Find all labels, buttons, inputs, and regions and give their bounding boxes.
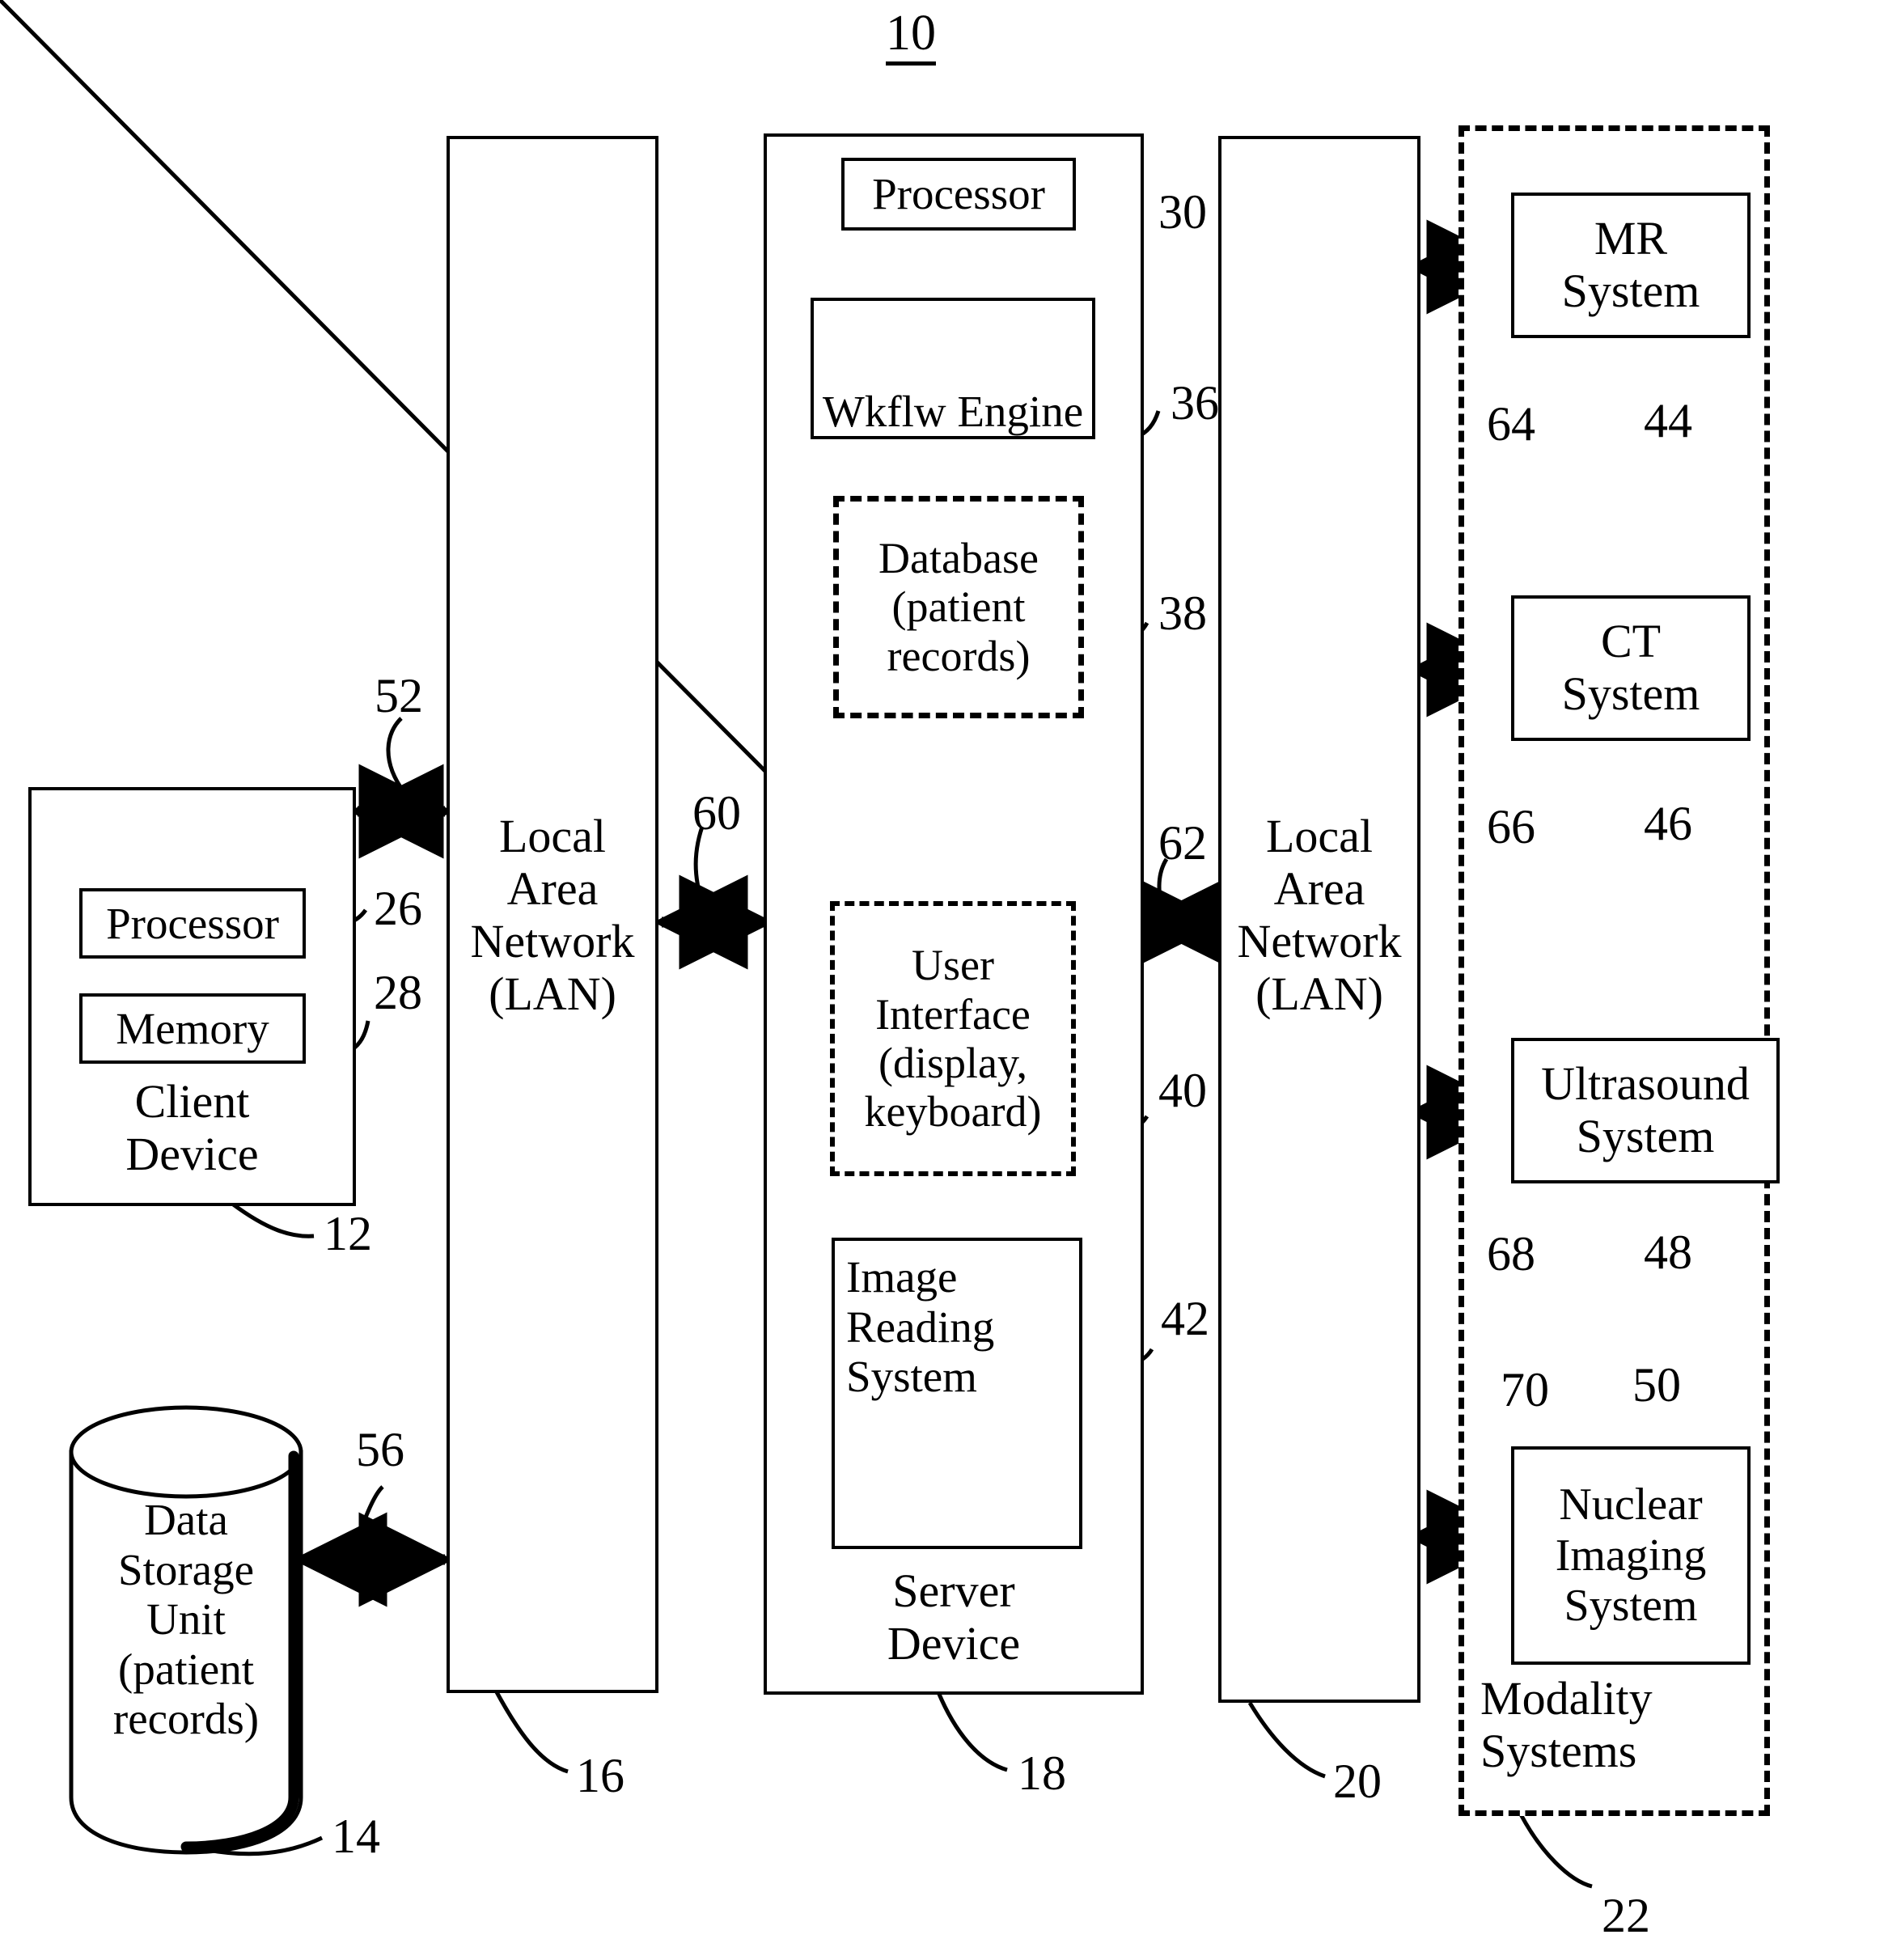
server-image-reading-system-label: Image Reading System <box>846 1252 995 1402</box>
ref-60: 60 <box>692 786 741 840</box>
lan-left-label: Local Area Network (LAN) <box>470 810 635 1020</box>
ref-52: 52 <box>375 669 423 722</box>
server-database-label: Database (patient records) <box>878 533 1039 680</box>
lan-right-label: Local Area Network (LAN) <box>1237 810 1402 1020</box>
mr-system-label: MR System <box>1561 212 1700 317</box>
ref-70: 70 <box>1501 1363 1549 1416</box>
server-processor-label: Processor <box>872 169 1045 219</box>
ref-18: 18 <box>1018 1746 1066 1800</box>
data-storage-label: Data Storage Unit (patient records) <box>112 1495 260 1744</box>
ref-28: 28 <box>374 966 422 1019</box>
server-user-interface-label: User Interface (display, keyboard) <box>864 941 1042 1137</box>
patent-figure-canvas: 10 Processor Memory Client Device 26 28 … <box>0 0 1884 1960</box>
ref-44: 44 <box>1644 394 1692 447</box>
ref-26: 26 <box>374 882 422 935</box>
client-memory-label: Memory <box>116 1003 269 1053</box>
ref-48: 48 <box>1644 1226 1692 1279</box>
ref-62: 62 <box>1158 816 1207 870</box>
ref-36: 36 <box>1171 376 1219 430</box>
ref-16: 16 <box>576 1749 624 1802</box>
client-processor-label: Processor <box>106 898 279 948</box>
client-device-title: Client Device <box>125 1075 259 1180</box>
figure-number: 10 <box>886 8 936 66</box>
ref-66: 66 <box>1487 800 1535 853</box>
ref-42: 42 <box>1161 1292 1209 1345</box>
ultrasound-system-label: Ultrasound System <box>1541 1057 1750 1162</box>
ref-20: 20 <box>1333 1755 1382 1808</box>
modality-systems-title: Modality Systems <box>1480 1672 1653 1777</box>
server-device-title: Server Device <box>887 1564 1021 1670</box>
ref-68: 68 <box>1487 1227 1535 1281</box>
ref-22: 22 <box>1602 1889 1650 1942</box>
ref-12: 12 <box>324 1207 372 1260</box>
ref-40: 40 <box>1158 1064 1207 1117</box>
ct-system-label: CT System <box>1561 615 1700 720</box>
ref-56: 56 <box>356 1423 404 1476</box>
ref-50: 50 <box>1632 1358 1681 1412</box>
ref-30: 30 <box>1158 185 1207 239</box>
ref-46: 46 <box>1644 797 1692 850</box>
ref-38: 38 <box>1158 586 1207 640</box>
nuclear-imaging-system-label: Nuclear Imaging System <box>1555 1479 1707 1632</box>
server-workflow-engine-label: Wkflw Engine <box>822 387 1084 437</box>
ref-64: 64 <box>1487 397 1535 451</box>
ref-14: 14 <box>332 1810 380 1863</box>
